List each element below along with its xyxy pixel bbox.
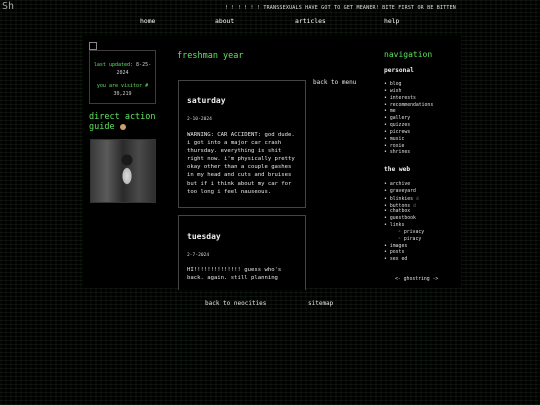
navigation-heading: navigation — [384, 50, 433, 59]
broken-image-icon — [89, 42, 97, 50]
list-item[interactable]: shrines — [384, 150, 433, 157]
nav-articles-link[interactable]: articles — [295, 17, 326, 25]
ghostring-webring[interactable]: <- ghostring -> — [395, 277, 438, 282]
direct-action-guide-link[interactable]: direct action guide — [89, 112, 159, 132]
web-list: archive graveyard blinkies ☝ buttons ☝ c… — [384, 182, 424, 264]
back-to-menu-link[interactable]: back to menu — [313, 79, 356, 86]
hand-pointer-icon: ☝ — [415, 195, 419, 202]
list-item[interactable]: sex ed — [384, 257, 424, 264]
list-item[interactable]: quizzes — [384, 123, 433, 130]
sub-list-item[interactable]: piracy — [384, 237, 424, 244]
list-item-blinkies[interactable]: blinkies ☝ — [384, 196, 424, 203]
hand-pointer-icon: ☝ — [413, 202, 417, 209]
figure-photo — [90, 139, 156, 203]
back-to-neocities-link[interactable]: back to neocities — [205, 300, 266, 307]
post-date: 2-7-2024 — [187, 253, 210, 258]
sub-list-item[interactable]: privacy — [384, 230, 424, 237]
blog-post-card: saturday 2-10-2024 WARNING: CAR ACCIDENT… — [178, 80, 306, 208]
list-item[interactable]: blog — [384, 82, 433, 89]
nav-home-link[interactable]: home — [140, 17, 155, 25]
list-item[interactable]: recommendations — [384, 103, 433, 110]
list-item[interactable]: links — [384, 223, 424, 230]
top-nav: home about articles help — [0, 17, 540, 27]
blog-post-card: tuesday 2-7-2024 HI!!!!!!!!!!!!!! guess … — [178, 215, 306, 290]
post-title: tuesday — [187, 232, 221, 241]
list-item[interactable]: music — [384, 137, 433, 144]
site-logo[interactable]: Sh — [2, 1, 14, 13]
the-web-heading: the web — [384, 166, 411, 173]
scrolling-marquee: ! ! ! ! ! ! TRANSSEXUALS HAVE GOT TO GET… — [224, 5, 456, 11]
personal-heading: personal — [384, 67, 414, 74]
list-item[interactable]: wish — [384, 89, 433, 96]
sitemap-link[interactable]: sitemap — [308, 300, 333, 307]
post-body: WARNING: CAR ACCIDENT: god dude. i got i… — [187, 132, 295, 195]
list-item[interactable]: interests — [384, 96, 433, 103]
page-title: freshman year — [177, 51, 244, 61]
personal-list: blog wish interests recommendations me g… — [384, 82, 433, 157]
visitor-counter: you are visitor # 30,219 — [96, 83, 149, 97]
last-updated-text: last updated: 8-25-2024 — [93, 62, 152, 76]
nav-about-link[interactable]: about — [215, 17, 234, 25]
post-date: 2-10-2024 — [187, 117, 212, 122]
nav-help-link[interactable]: help — [384, 17, 399, 25]
list-item[interactable]: graveyard — [384, 189, 424, 196]
info-box: last updated: 8-25-2024 you are visitor … — [89, 50, 156, 104]
list-item[interactable]: picrews — [384, 130, 433, 137]
post-body: HI!!!!!!!!!!!!!! guess who's back. again… — [187, 267, 282, 282]
post-title: saturday — [187, 96, 226, 105]
list-item[interactable]: archive — [384, 182, 424, 189]
badge-icon — [119, 123, 126, 130]
